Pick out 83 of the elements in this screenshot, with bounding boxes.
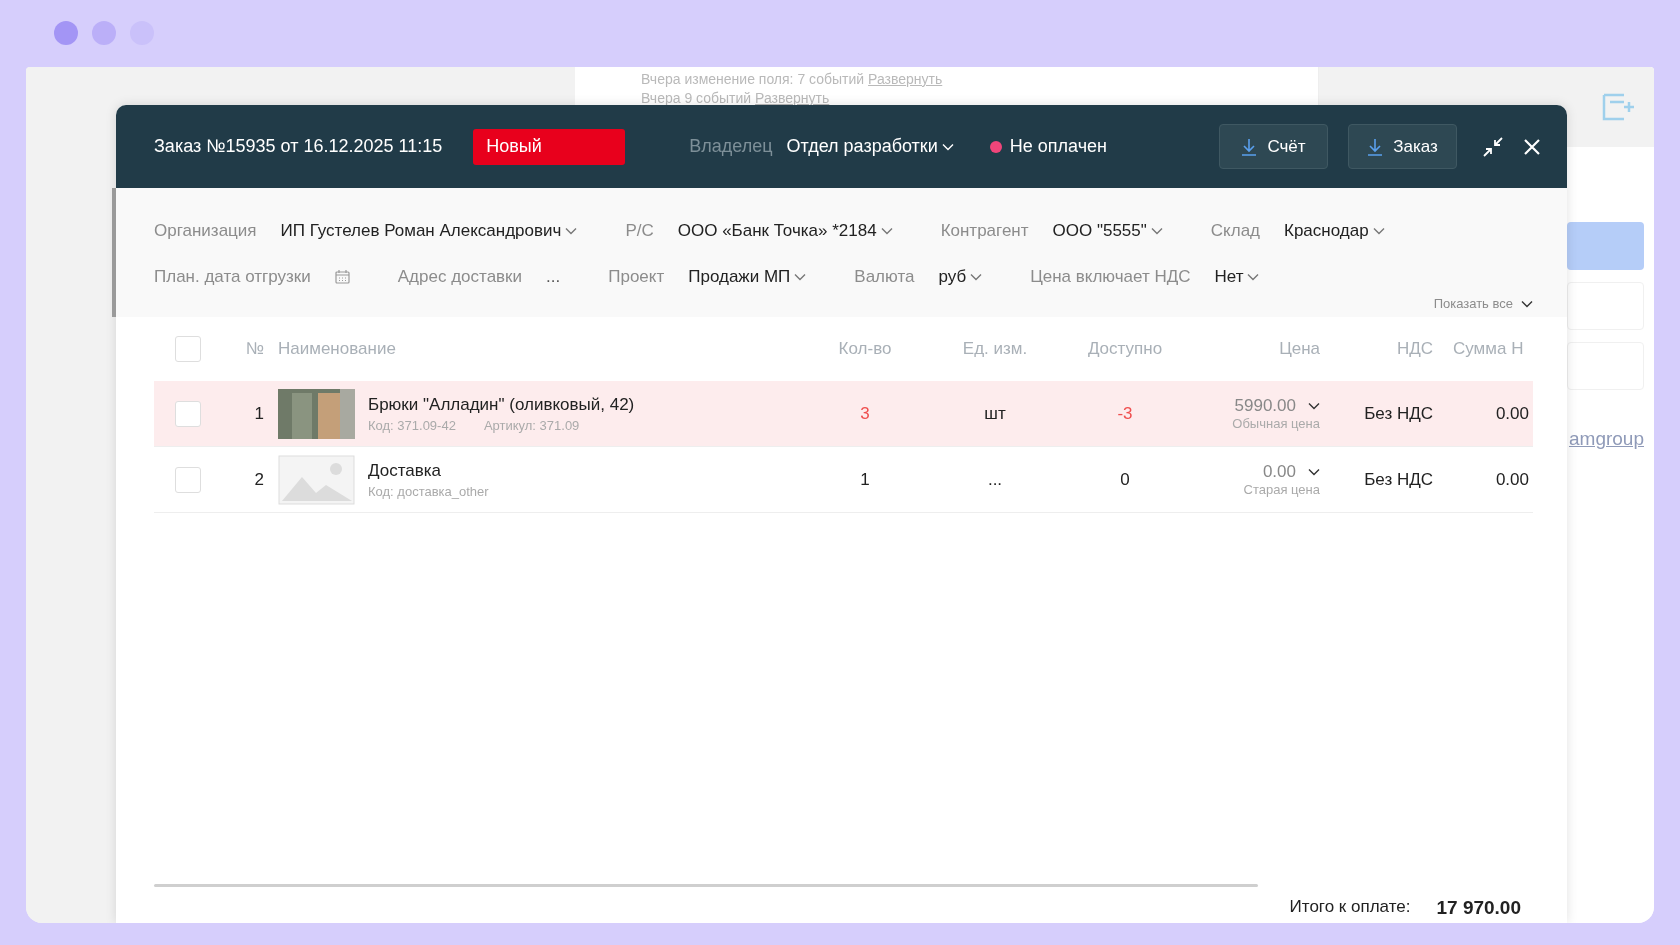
table-cell-text: 0 (1119, 469, 1131, 490)
image-placeholder-icon (278, 454, 355, 505)
table-cell-text: 2 (253, 469, 264, 490)
field-label: Р/С (625, 221, 654, 241)
chevron-down-icon (1150, 227, 1163, 235)
table-cell-text: Без НДС (1363, 469, 1433, 490)
field-dropdown[interactable]: ООО «Банк Точка» *2184 (677, 221, 893, 241)
column-header: № (244, 339, 264, 359)
chevron-down-icon (941, 142, 954, 151)
chevron-down-icon (1247, 273, 1260, 281)
chevron-down-icon (1372, 227, 1385, 235)
field-dropdown[interactable]: ИП Густелев Роман Александрович (280, 221, 578, 241)
chevron-down-icon (1521, 299, 1533, 308)
price-dropdown[interactable]: 0.00 (1262, 462, 1320, 482)
owner-label: Владелец (689, 136, 773, 157)
total-label: Итого к оплате: (1289, 897, 1411, 918)
column-header: Цена (1278, 339, 1320, 359)
column-header: Сумма Н (1452, 339, 1525, 359)
owner-dropdown[interactable]: Отдел разработки (786, 136, 954, 157)
table-row[interactable]: 1 Брюки "Алладин" (оливковый, 42) Код: 371.09-42 Артикул: 371.09 3 шт -3 5990.00 Обычная цена Без НДС 0.00 (154, 381, 1533, 447)
field-dropdown[interactable]: Краснодар (1284, 221, 1385, 241)
product-article: Артикул: 371.09 (483, 417, 580, 433)
download-icon (1367, 137, 1384, 156)
window-minimize-dot[interactable] (92, 20, 116, 45)
calendar-icon[interactable] (334, 270, 350, 284)
field-label: План. дата отгрузки (154, 267, 311, 287)
table-cell-text: ... (986, 469, 1004, 490)
field-label: Цена включает НДС (1030, 267, 1191, 287)
chevron-down-icon (1308, 468, 1320, 476)
field-label: Организация (154, 221, 257, 241)
history-entry: Вчера изменение поля: 7 событий Развернуть (641, 71, 944, 87)
field-label: Проект (608, 267, 665, 287)
chevron-down-icon (565, 227, 578, 235)
status-dropdown[interactable]: Новый (473, 128, 626, 165)
close-icon[interactable] (1523, 137, 1541, 156)
product-name[interactable]: Доставка (368, 460, 489, 481)
history-entry: Вчера 9 событий Развернуть (641, 90, 831, 106)
checkbox[interactable] (175, 466, 201, 493)
price-type: Обычная цена (1232, 416, 1320, 431)
table-cell-text: 1 (859, 469, 871, 490)
column-header: НДС (1395, 339, 1433, 359)
chevron-down-icon (880, 227, 893, 235)
checkbox[interactable] (175, 336, 201, 362)
field-label: Валюта (854, 267, 915, 287)
total-value: 17 970.00 (1436, 897, 1521, 919)
table-row[interactable]: 2 Доставка Код: доставка_other 1 ... 0 0.00 Старая цена Без НДС 0.00 (154, 447, 1533, 513)
download-button[interactable]: Заказ (1348, 124, 1457, 169)
column-header: Доступно (1086, 339, 1164, 359)
field-label: Адрес доставки (397, 267, 523, 287)
field-value[interactable]: ... (546, 267, 561, 287)
product-name[interactable]: Брюки "Алладин" (оливковый, 42) (368, 394, 635, 415)
field-dropdown[interactable]: руб (938, 267, 983, 287)
window-close-dot[interactable] (54, 20, 78, 45)
table-cell-text: 0.00 (1494, 469, 1530, 490)
table-cell-text: 1 (253, 403, 264, 424)
column-header: Наименование (277, 339, 397, 359)
download-icon (1241, 137, 1258, 156)
action-bar[interactable] (1567, 222, 1644, 270)
column-header: Ед. изм. (961, 339, 1029, 359)
field-label: Склад (1210, 221, 1260, 241)
checkbox[interactable] (175, 400, 201, 427)
table-cell-text: 3 (859, 403, 871, 424)
table-cell-text: -3 (1116, 403, 1134, 424)
column-header: Кол-во (837, 339, 893, 359)
payment-status: Не оплачен (1009, 136, 1107, 157)
chevron-down-icon (1308, 402, 1320, 410)
table-cell-text: Без НДС (1363, 403, 1433, 424)
field-dropdown[interactable]: Продажи МП (688, 267, 807, 287)
collapse-icon[interactable] (1483, 136, 1503, 157)
table-cell-text: 0.00 (1494, 403, 1530, 424)
table-cell-text: шт (983, 403, 1007, 424)
order-title: Заказ №15935 от 16.12.2025 11:15 (154, 136, 443, 157)
product-code: Код: доставка_other (368, 483, 489, 499)
chevron-down-icon (970, 273, 983, 281)
add-list-icon[interactable] (1602, 93, 1636, 121)
horizontal-scrollbar[interactable] (154, 884, 1258, 887)
download-button[interactable]: Счёт (1219, 124, 1328, 169)
field-dropdown[interactable]: ООО "5555" (1052, 221, 1163, 241)
product-code: Код: 371.09-42 (368, 417, 456, 433)
price-type: Старая цена (1243, 482, 1320, 497)
field-dropdown[interactable]: Нет (1214, 267, 1260, 287)
field-label: Контрагент (940, 221, 1029, 241)
chevron-down-icon (794, 273, 807, 281)
